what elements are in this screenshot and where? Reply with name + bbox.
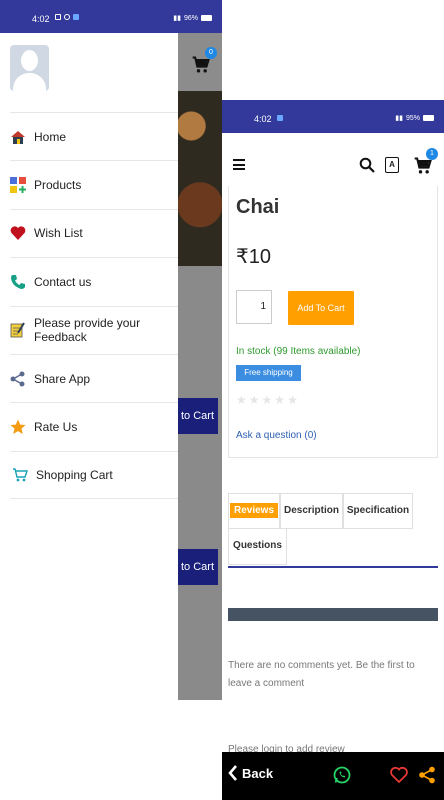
menu-item-label: Products <box>34 178 82 193</box>
notification-icons <box>55 14 79 20</box>
signal-icon: ▮▮ <box>173 15 181 22</box>
notification-icons <box>277 114 283 123</box>
star-icon: ★ <box>261 393 273 407</box>
dimmed-background-page[interactable]: 0 to Cart to Cart <box>178 33 222 700</box>
home-icon <box>10 129 26 145</box>
menu-item-wish-list[interactable]: Wish List <box>10 208 178 257</box>
battery-percent: 96% <box>183 14 198 22</box>
menu-item-shopping-cart[interactable]: Shopping Cart <box>10 450 178 500</box>
whatsapp-icon[interactable] <box>333 766 351 784</box>
back-label: Back <box>242 765 274 781</box>
status-bar: 4:02 ▮▮ 95% <box>222 100 444 133</box>
chevron-left-icon <box>228 765 237 781</box>
menu-item-label: Contact us <box>34 274 92 289</box>
heart-icon <box>10 225 26 241</box>
free-shipping-badge: Free shipping <box>236 365 301 381</box>
app-bar: A 1 <box>222 133 444 191</box>
phone-icon <box>10 274 26 290</box>
menu-item-home[interactable]: Home <box>10 112 178 160</box>
product-title: Chai <box>236 196 280 218</box>
tab-label: Reviews <box>229 503 279 518</box>
hamburger-menu-icon[interactable] <box>233 159 245 170</box>
status-bar: 4:02 ▮▮ 96% <box>0 0 222 33</box>
add-to-cart-button[interactable]: to Cart <box>178 549 218 585</box>
product-card: Chai ₹10 1 Add To Cart In stock (99 Item… <box>228 186 438 458</box>
battery-icon <box>423 115 434 121</box>
language-icon[interactable]: A <box>385 157 399 173</box>
left-phone-screen: 4:02 ▮▮ 96% 0 to Cart to Cart Home Produ… <box>0 0 222 700</box>
signal-icon: ▮▮ <box>395 115 403 122</box>
star-icon <box>10 419 26 435</box>
empty-reviews-text: There are no comments yet. Be the first … <box>228 660 415 689</box>
tab-specification[interactable]: Specification <box>343 493 413 529</box>
status-icons: ▮▮ 96% <box>173 14 212 22</box>
status-time: 4:02 <box>32 14 50 24</box>
food-banner-image <box>178 91 222 266</box>
menu-item-feedback[interactable]: Please provide your Feedback <box>10 305 178 354</box>
menu-item-label: Share App <box>34 371 91 386</box>
menu-item-label: Rate Us <box>34 420 78 435</box>
share-icon[interactable] <box>418 766 436 784</box>
heart-icon[interactable] <box>390 766 408 784</box>
tab-questions[interactable]: Questions <box>228 529 287 565</box>
star-icon: ★ <box>287 393 298 407</box>
share-icon <box>10 371 26 387</box>
drawer-menu: Home Products Wish List Contact us Pleas… <box>10 112 178 500</box>
menu-item-contact-us[interactable]: Contact us <box>10 257 178 305</box>
menu-item-products[interactable]: Products <box>10 160 178 208</box>
cart-icon <box>12 467 28 483</box>
star-icon: ★ <box>248 393 260 407</box>
feedback-note-icon <box>10 322 26 338</box>
status-icons: ▮▮ 95% <box>395 114 434 122</box>
star-icon: ★ <box>274 393 286 407</box>
menu-item-label: Home <box>34 129 67 144</box>
stock-status: In stock (99 Items available) <box>236 346 361 357</box>
reviews-header-bar <box>228 608 438 621</box>
menu-item-share-app[interactable]: Share App <box>10 353 178 402</box>
cart-badge: 0 <box>205 47 217 59</box>
menu-item-rate-us[interactable]: Rate Us <box>10 402 178 450</box>
search-icon[interactable] <box>359 157 375 173</box>
tab-reviews[interactable]: Reviews <box>228 493 280 529</box>
status-time: 4:02 <box>254 114 272 124</box>
product-price: ₹10 <box>236 246 271 268</box>
battery-percent: 95% <box>405 114 420 122</box>
ask-question-link[interactable]: Ask a question (0) <box>236 430 317 441</box>
cart-badge: 1 <box>426 148 438 160</box>
products-grid-icon <box>10 177 26 194</box>
menu-item-label: Shopping Cart <box>36 467 113 482</box>
tab-description[interactable]: Description <box>280 493 343 529</box>
avatar[interactable] <box>10 45 49 91</box>
rating-stars[interactable]: ★ ★ ★ ★ ★ <box>236 393 298 407</box>
add-to-cart-button[interactable]: to Cart <box>178 398 218 434</box>
quantity-input[interactable]: 1 <box>236 290 272 324</box>
star-icon: ★ <box>236 393 247 407</box>
add-to-cart-button[interactable]: Add To Cart <box>288 291 354 325</box>
tab-underline <box>228 566 438 568</box>
menu-item-label: Please provide your Feedback <box>34 316 141 345</box>
battery-icon <box>201 15 212 21</box>
navigation-drawer: Home Products Wish List Contact us Pleas… <box>0 33 178 700</box>
right-phone-screen: 4:02 ▮▮ 95% A 1 Chai ₹10 1 Add To Cart I… <box>222 100 444 800</box>
back-button[interactable]: Back <box>228 765 273 781</box>
bottom-bar: Back <box>222 752 444 800</box>
menu-item-label: Wish List <box>34 226 83 241</box>
